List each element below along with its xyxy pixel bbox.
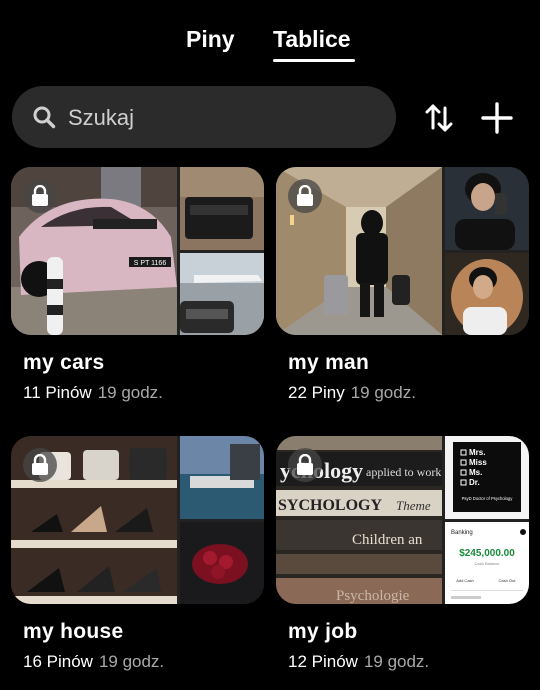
bank-amount: $245,000.00 xyxy=(459,548,515,559)
updated-time: 19 godz. xyxy=(350,383,416,402)
board-meta: 11 Pinów 19 godz. xyxy=(23,383,163,403)
pin-count: 11 Pinów xyxy=(23,383,92,402)
lock-icon xyxy=(23,448,57,482)
board-title: my house xyxy=(23,620,124,643)
search-bar[interactable] xyxy=(12,86,396,150)
board-meta: 12 Pinów 19 godz. xyxy=(288,652,429,672)
cover-image-pool-terrace xyxy=(180,436,264,519)
license-plate: S PT 1166 xyxy=(134,260,167,267)
tab-bar: Piny Tablice xyxy=(0,22,540,66)
search-icon xyxy=(32,105,56,129)
title-option: Ms. xyxy=(469,468,482,477)
search-input[interactable] xyxy=(66,86,390,150)
sort-arrows-icon[interactable] xyxy=(422,101,456,135)
updated-time: 19 godz. xyxy=(98,652,165,671)
pin-count: 16 Pinów xyxy=(23,652,93,671)
updated-time: 19 godz. xyxy=(97,383,163,402)
plus-icon[interactable] xyxy=(480,101,514,135)
lock-icon xyxy=(288,448,322,482)
title-option: Miss xyxy=(469,458,487,467)
cover-image-mirror-selfie xyxy=(445,167,529,250)
pin-count: 12 Pinów xyxy=(288,652,358,671)
cover-image-banking-app: Banking $245,000.00 Cash Balance Add Cas… xyxy=(445,522,529,604)
cover-image-title-list: Mrs. Miss Ms. Dr. PsyD Doctor of Psychol… xyxy=(445,436,529,519)
cover-image-portrait xyxy=(445,253,529,335)
board-meta: 16 Pinów 19 godz. xyxy=(23,652,164,672)
title-option: Mrs. xyxy=(469,448,485,457)
book-spine-text: Theme xyxy=(396,498,431,513)
tab-piny[interactable]: Piny xyxy=(186,22,235,56)
pin-count: 22 Piny xyxy=(288,383,345,402)
tab-tablice[interactable]: Tablice xyxy=(273,22,351,56)
updated-time: 19 godz. xyxy=(363,652,430,671)
active-tab-indicator xyxy=(273,59,355,62)
bank-title: Banking xyxy=(451,530,473,536)
bank-subtitle: Cash Balance xyxy=(475,561,501,566)
book-spine-text: applied to work xyxy=(366,465,441,479)
book-spine-text: SYCHOLOGY xyxy=(278,497,382,514)
degree-label: PsyD Doctor of Psychology xyxy=(462,496,514,501)
bank-button: Add Cash xyxy=(456,578,474,583)
bank-button: Cash Out xyxy=(499,578,517,583)
book-spine-text: Psychologie xyxy=(336,588,410,604)
cover-image-jet xyxy=(180,253,264,335)
lock-icon xyxy=(288,179,322,213)
lock-icon xyxy=(23,179,57,213)
board-title: my job xyxy=(288,620,358,643)
board-title: my man xyxy=(288,351,370,374)
board-title: my cars xyxy=(23,351,105,374)
title-option: Dr. xyxy=(469,478,480,487)
board-meta: 22 Piny 19 godz. xyxy=(288,383,416,403)
cover-image-roses xyxy=(180,522,264,604)
book-spine-text: Children an xyxy=(352,532,423,548)
cover-image-suv xyxy=(180,167,264,250)
